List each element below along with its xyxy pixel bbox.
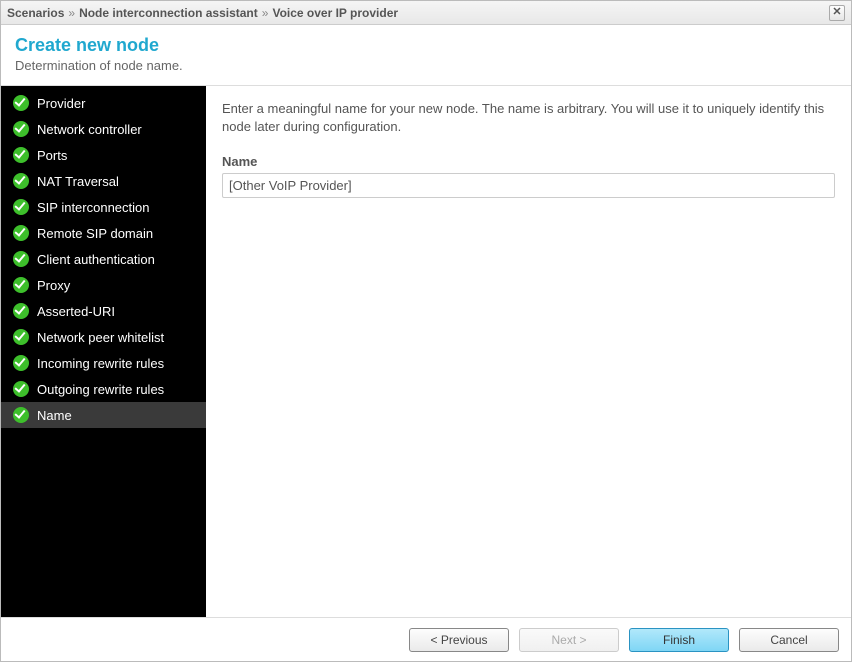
wizard-step[interactable]: Provider [1, 90, 206, 116]
checkmark-icon [13, 381, 29, 397]
name-input[interactable] [222, 173, 835, 198]
breadcrumb-item-1[interactable]: Node interconnection assistant [79, 6, 258, 20]
body: Provider Network controller Ports NAT Trave… [1, 86, 851, 617]
titlebar: Scenarios » Node interconnection assista… [1, 1, 851, 25]
checkmark-icon [13, 407, 29, 423]
checkmark-icon [13, 277, 29, 293]
wizard-step[interactable]: Outgoing rewrite rules [1, 376, 206, 402]
wizard-step-label: Asserted-URI [37, 304, 115, 319]
wizard-step-label: Network controller [37, 122, 142, 137]
wizard-step[interactable]: Client authentication [1, 246, 206, 272]
wizard-step-label: Network peer whitelist [37, 330, 164, 345]
checkmark-icon [13, 355, 29, 371]
checkmark-icon [13, 303, 29, 319]
breadcrumb-item-0[interactable]: Scenarios [7, 6, 64, 20]
wizard-step[interactable]: NAT Traversal [1, 168, 206, 194]
breadcrumb-item-2[interactable]: Voice over IP provider [272, 6, 398, 20]
close-button[interactable]: ✕ [829, 5, 845, 21]
wizard-window: Scenarios » Node interconnection assista… [0, 0, 852, 662]
wizard-step-label: Name [37, 408, 72, 423]
next-button: Next > [519, 628, 619, 652]
checkmark-icon [13, 121, 29, 137]
checkmark-icon [13, 329, 29, 345]
wizard-step[interactable]: Name [1, 402, 206, 428]
previous-button[interactable]: < Previous [409, 628, 509, 652]
wizard-step[interactable]: SIP interconnection [1, 194, 206, 220]
wizard-step-label: Provider [37, 96, 85, 111]
wizard-step-label: Remote SIP domain [37, 226, 153, 241]
page-subtitle: Determination of node name. [15, 58, 837, 73]
wizard-step-label: SIP interconnection [37, 200, 150, 215]
wizard-steps-sidebar: Provider Network controller Ports NAT Trave… [1, 86, 206, 617]
checkmark-icon [13, 147, 29, 163]
checkmark-icon [13, 251, 29, 267]
wizard-step[interactable]: Network controller [1, 116, 206, 142]
cancel-button[interactable]: Cancel [739, 628, 839, 652]
close-icon: ✕ [832, 7, 841, 18]
breadcrumb-sep: » [68, 6, 75, 20]
main-content: Enter a meaningful name for your new nod… [206, 86, 851, 617]
wizard-step[interactable]: Incoming rewrite rules [1, 350, 206, 376]
wizard-step[interactable]: Asserted-URI [1, 298, 206, 324]
wizard-step-label: Client authentication [37, 252, 155, 267]
wizard-step-label: Ports [37, 148, 67, 163]
wizard-step[interactable]: Network peer whitelist [1, 324, 206, 350]
finish-button[interactable]: Finish [629, 628, 729, 652]
wizard-step-label: Outgoing rewrite rules [37, 382, 164, 397]
wizard-step-label: Incoming rewrite rules [37, 356, 164, 371]
header-panel: Create new node Determination of node na… [1, 25, 851, 86]
name-field-label: Name [222, 154, 835, 169]
checkmark-icon [13, 199, 29, 215]
wizard-step-label: NAT Traversal [37, 174, 119, 189]
checkmark-icon [13, 225, 29, 241]
checkmark-icon [13, 95, 29, 111]
wizard-step[interactable]: Ports [1, 142, 206, 168]
page-title: Create new node [15, 35, 837, 56]
instructions-text: Enter a meaningful name for your new nod… [222, 100, 835, 136]
wizard-step-label: Proxy [37, 278, 70, 293]
wizard-step[interactable]: Proxy [1, 272, 206, 298]
wizard-step[interactable]: Remote SIP domain [1, 220, 206, 246]
wizard-footer: < Previous Next > Finish Cancel [1, 617, 851, 661]
breadcrumb-sep: » [262, 6, 269, 20]
checkmark-icon [13, 173, 29, 189]
